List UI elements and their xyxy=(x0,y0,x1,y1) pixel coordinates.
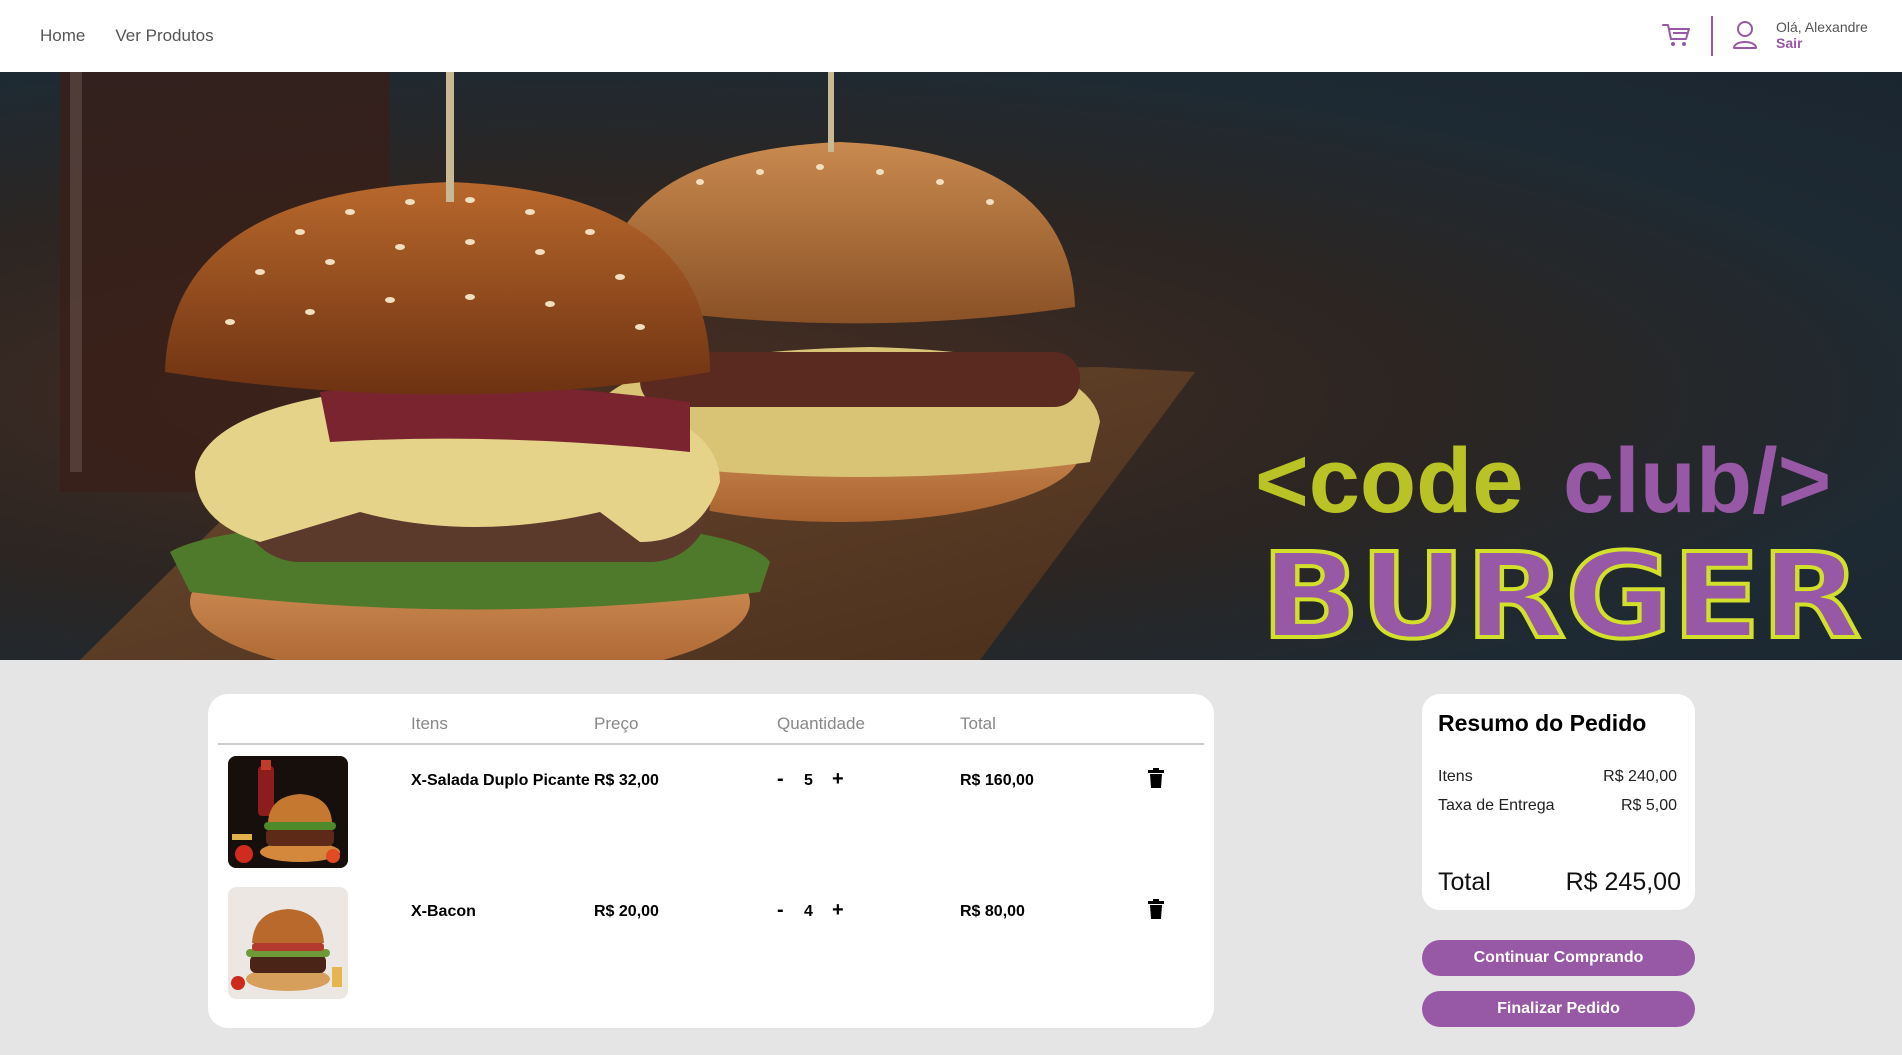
increase-quantity-button[interactable]: + xyxy=(832,900,844,920)
header-quantity: Quantidade xyxy=(777,714,865,733)
table-header-divider xyxy=(218,743,1204,745)
trash-icon[interactable] xyxy=(1148,768,1164,788)
top-header: Home Ver Produtos Olá, Alexandre Sair xyxy=(0,0,1902,72)
main-nav: Home Ver Produtos xyxy=(40,0,214,72)
continue-shopping-button[interactable]: Continuar Comprando xyxy=(1422,940,1695,976)
item-name: X-Bacon xyxy=(411,903,476,920)
logo-burger-text: BURGER xyxy=(1261,527,1861,652)
cart-table: Itens Preço Quantidade Total X-Salada Du… xyxy=(208,694,1214,1028)
item-price: R$ 20,00 xyxy=(594,903,659,920)
item-quantity: 4 xyxy=(804,903,813,920)
nav-home-link[interactable]: Home xyxy=(40,26,85,46)
user-icon xyxy=(1733,21,1757,49)
increase-quantity-button[interactable]: + xyxy=(832,769,844,789)
header-divider xyxy=(1711,16,1713,56)
summary-items-value: R$ 240,00 xyxy=(1603,768,1677,785)
table-row: X-Salada Duplo Picante R$ 32,00 - 5 + R$… xyxy=(208,756,1214,876)
header-items: Itens xyxy=(411,714,448,733)
checkout-button[interactable]: Finalizar Pedido xyxy=(1422,991,1695,1027)
item-name: X-Salada Duplo Picante xyxy=(411,772,590,789)
user-greeting: Olá, Alexandre xyxy=(1776,19,1868,35)
codeclub-burger-logo: <code club/> BURGER xyxy=(1255,430,1863,652)
order-summary: Resumo do Pedido Itens R$ 240,00 Taxa de… xyxy=(1422,694,1695,910)
cart-icon[interactable] xyxy=(1662,22,1692,48)
summary-delivery-value: R$ 5,00 xyxy=(1620,797,1677,814)
decrease-quantity-button[interactable]: - xyxy=(777,900,784,920)
summary-total-label: Total xyxy=(1438,868,1491,896)
summary-items-label: Itens xyxy=(1438,768,1473,785)
logo-code-text: <code xyxy=(1255,430,1523,532)
item-price: R$ 32,00 xyxy=(594,772,659,789)
logo-club-text: club/> xyxy=(1563,430,1831,532)
item-total: R$ 160,00 xyxy=(960,772,1034,789)
header-price: Preço xyxy=(594,714,639,733)
logout-link[interactable]: Sair xyxy=(1776,35,1802,51)
table-row: X-Bacon R$ 20,00 - 4 + R$ 80,00 xyxy=(208,887,1214,1007)
decrease-quantity-button[interactable]: - xyxy=(777,769,784,789)
summary-delivery-label: Taxa de Entrega xyxy=(1438,797,1555,814)
item-total: R$ 80,00 xyxy=(960,903,1025,920)
nav-products-link[interactable]: Ver Produtos xyxy=(115,26,213,46)
hero-banner: <code club/> BURGER xyxy=(0,72,1902,660)
summary-title: Resumo do Pedido xyxy=(1438,710,1647,736)
product-image-x-salada xyxy=(228,756,348,868)
header-total: Total xyxy=(960,714,996,733)
item-quantity: 5 xyxy=(804,772,813,789)
summary-total-value: R$ 245,00 xyxy=(1565,868,1681,896)
product-image-x-bacon xyxy=(228,887,348,999)
trash-icon[interactable] xyxy=(1148,899,1164,919)
